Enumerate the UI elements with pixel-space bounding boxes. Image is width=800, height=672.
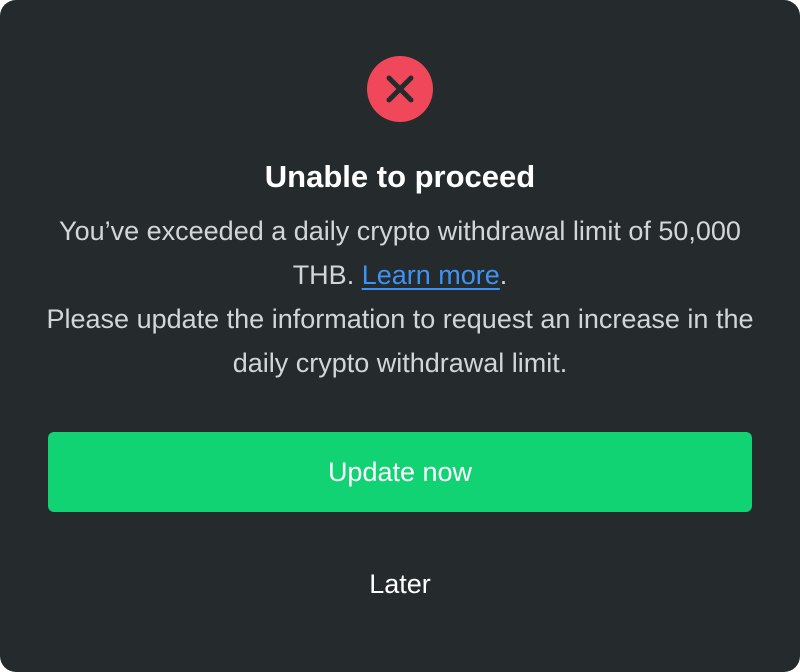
error-icon: [367, 56, 433, 122]
close-x-icon: [386, 75, 414, 103]
message-paragraph-limit: You’ve exceeded a daily crypto withdrawa…: [40, 209, 760, 297]
learn-more-link[interactable]: Learn more: [362, 260, 500, 290]
dialog-title: Unable to proceed: [264, 159, 536, 194]
later-button[interactable]: Later: [300, 556, 500, 612]
message-limit-end: .: [499, 260, 508, 290]
dialog-message: You’ve exceeded a daily crypto withdrawa…: [40, 209, 760, 385]
update-now-button[interactable]: Update now: [48, 432, 752, 512]
message-paragraph-request: Please update the information to request…: [46, 304, 754, 378]
withdrawal-limit-dialog: Unable to proceed You’ve exceeded a dail…: [0, 0, 800, 672]
